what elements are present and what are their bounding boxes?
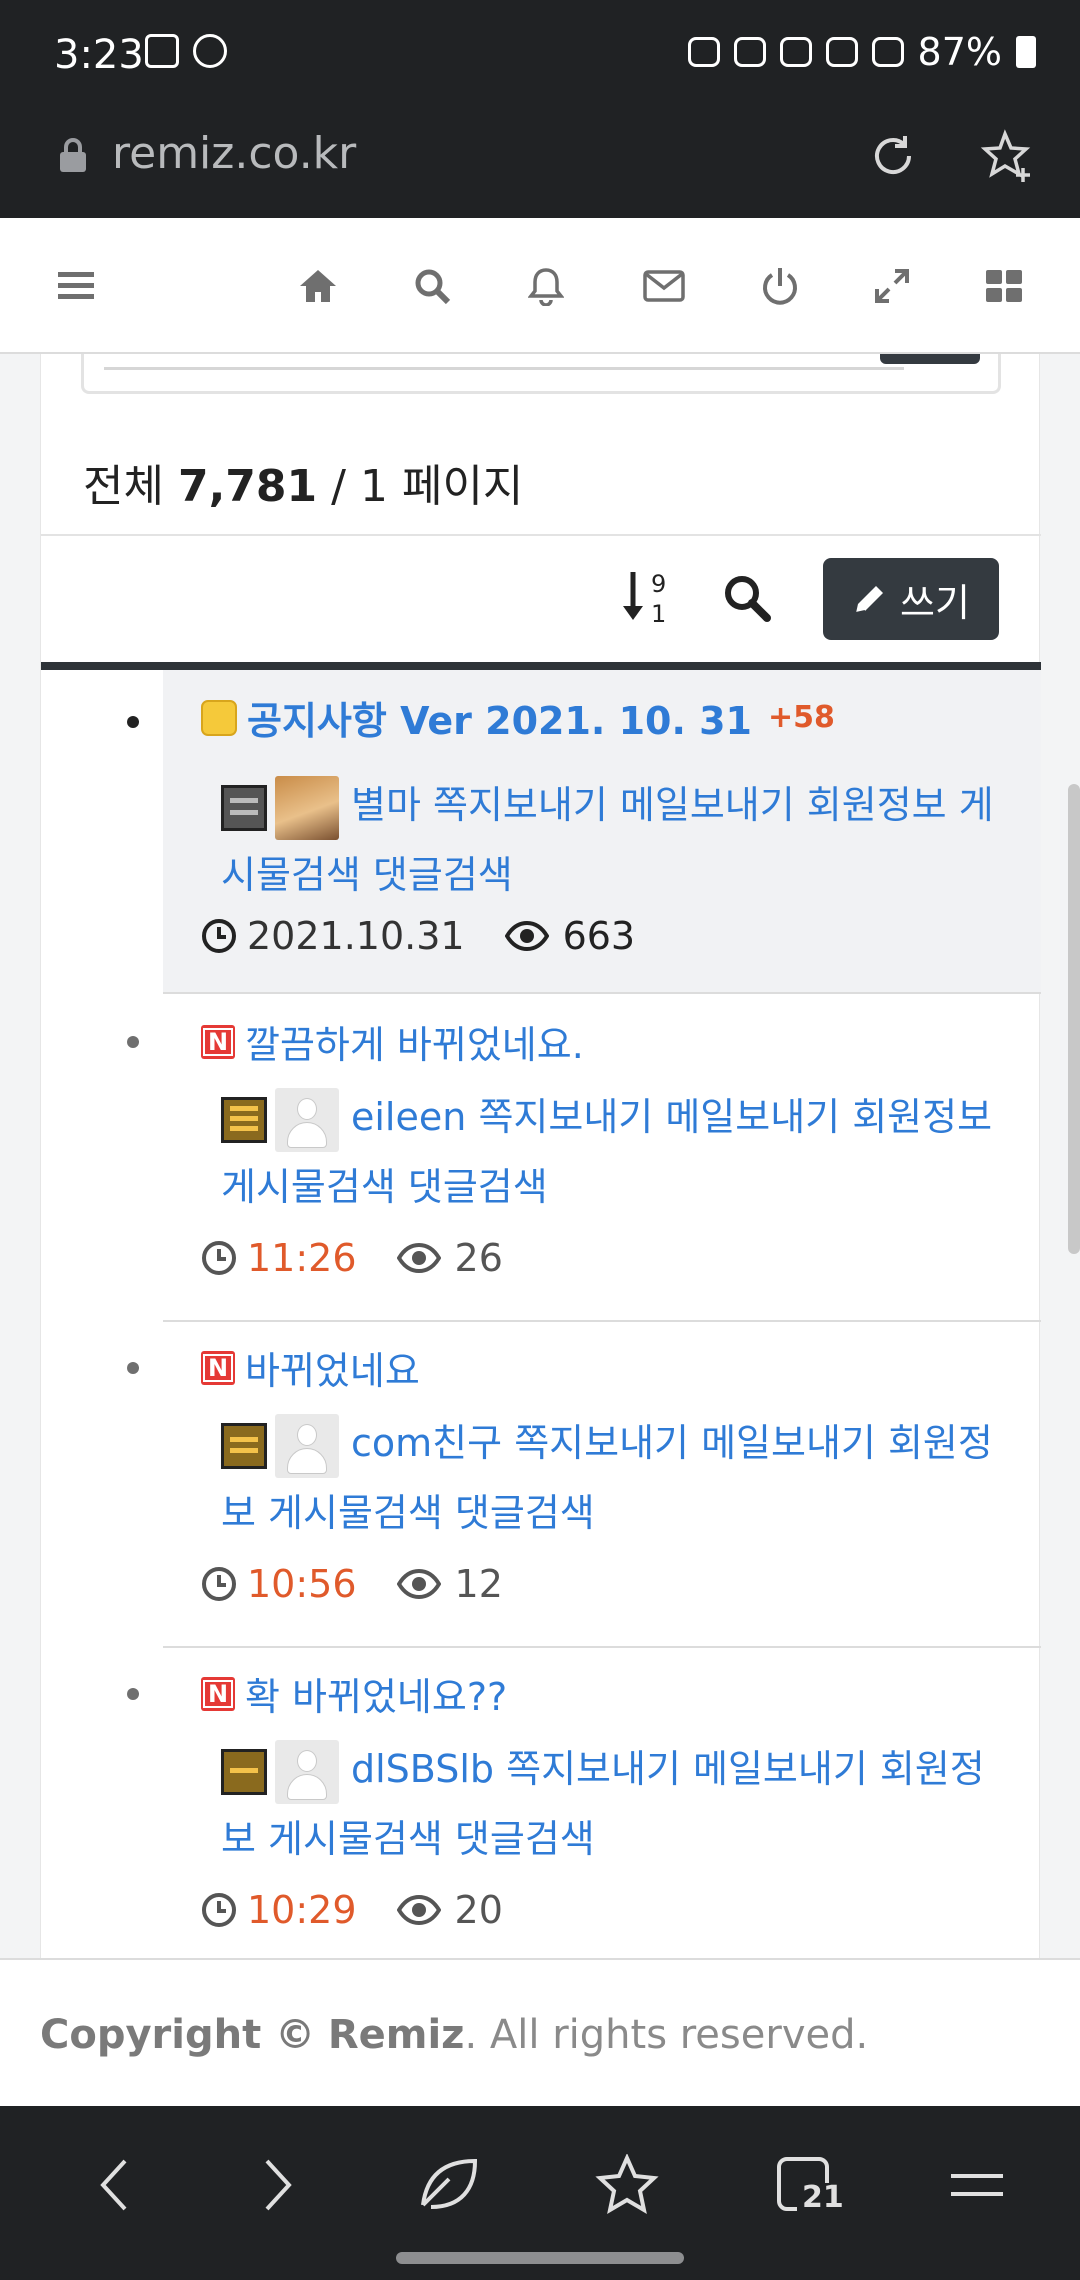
level-icon [221, 1748, 267, 1795]
total-count: 7,781 [177, 461, 318, 512]
post-title[interactable]: 확 바뀌었네요?? [245, 1666, 507, 1721]
copyright-text: Copyright © Remiz. All rights reserved. [40, 2012, 869, 2058]
chart-search-icon [145, 34, 179, 68]
menu-icon[interactable] [932, 2140, 1022, 2230]
browser-url-bar: remiz.co.kr [0, 110, 1080, 218]
svg-text:9: 9 [651, 570, 666, 598]
battery-icon [1016, 36, 1036, 68]
post-author[interactable]: com친구 쪽지보내기 메일보내기 회원정보 게시물검색 댓글검색 [221, 1408, 1011, 1548]
power-icon[interactable] [752, 258, 808, 314]
extensions-icon[interactable] [404, 2140, 494, 2230]
shazam-icon [193, 34, 227, 68]
tabs-count: 21 [802, 2180, 844, 2215]
gesture-handle[interactable] [396, 2252, 684, 2264]
bell-icon[interactable] [518, 258, 574, 314]
back-icon[interactable] [70, 2140, 160, 2230]
sort-numeric-icon[interactable]: 91 [621, 566, 677, 630]
browser-bottom-bar: 21 [0, 2106, 1080, 2280]
post-title[interactable]: 공지사항 Ver 2021. 10. 31 [247, 690, 752, 745]
wifi-icon [779, 37, 812, 67]
comment-count[interactable]: +58 [768, 700, 835, 735]
board-search-box[interactable] [81, 354, 1001, 394]
view-count: 20 [454, 1888, 503, 1932]
avatar [275, 1087, 339, 1152]
expand-icon[interactable] [864, 258, 920, 314]
level-icon [221, 1096, 267, 1143]
clock-icon [202, 1893, 236, 1927]
level-icon [221, 1422, 267, 1469]
view-count: 12 [454, 1562, 503, 1606]
post-date: 2021.10.31 [247, 914, 465, 958]
level-icon [221, 784, 267, 831]
mute-icon [733, 37, 766, 67]
reload-icon[interactable] [858, 128, 928, 198]
board-total: 전체 7,781 / 1 페이지 [83, 461, 524, 512]
status-time: 3:23 [54, 32, 144, 78]
bookmark-add-icon[interactable] [972, 128, 1042, 198]
new-icon: N [201, 1676, 235, 1711]
site-nav [0, 218, 1080, 354]
tabs-button[interactable]: 21 [760, 2140, 850, 2230]
status-bar: 3:23 87% [0, 0, 1080, 110]
content-area: 전체 7,781 / 1 페이지 91 쓰기 공지사항 Ver 2021. 10… [0, 354, 1080, 1958]
svg-text:1: 1 [651, 600, 666, 628]
post-title[interactable]: 깔끔하게 바뀌었네요. [245, 1014, 584, 1069]
home-icon[interactable] [290, 258, 346, 314]
view-count: 663 [562, 914, 636, 958]
avatar [275, 1413, 339, 1478]
post-time: 11:26 [247, 1236, 357, 1280]
search-icon[interactable] [404, 258, 460, 314]
eye-icon [396, 1895, 441, 1925]
view-count: 26 [454, 1236, 503, 1280]
grid-icon[interactable] [976, 258, 1032, 314]
new-icon: N [201, 1350, 235, 1385]
avatar [275, 1739, 339, 1804]
clock-icon [202, 1241, 236, 1275]
lock-icon [60, 138, 86, 172]
clock-icon [202, 919, 236, 953]
bookmarks-icon[interactable] [582, 2140, 672, 2230]
mail-icon[interactable] [636, 258, 692, 314]
new-icon: N [201, 1024, 235, 1059]
eye-icon [396, 1243, 441, 1273]
notice-icon [201, 699, 237, 736]
clock-icon [202, 1567, 236, 1601]
pencil-icon [855, 586, 884, 614]
eye-icon [396, 1569, 441, 1599]
page-scrollbar[interactable] [1068, 784, 1080, 1254]
url-text[interactable]: remiz.co.kr [112, 128, 356, 179]
post-author[interactable]: dlSBSlb 쪽지보내기 메일보내기 회원정보 게시물검색 댓글검색 [221, 1734, 1011, 1874]
board-search-icon[interactable] [721, 572, 773, 624]
post-time: 10:56 [247, 1562, 357, 1606]
menu-icon[interactable] [48, 258, 104, 314]
alarm-icon [687, 37, 720, 67]
write-button[interactable]: 쓰기 [823, 558, 999, 640]
avatar [275, 775, 339, 840]
post-author[interactable]: 별마 쪽지보내기 메일보내기 회원정보 게시물검색 댓글검색 [221, 770, 1011, 910]
post-title[interactable]: 바뀌었네요 [245, 1340, 420, 1395]
post-author[interactable]: eileen 쪽지보내기 메일보내기 회원정보 게시물검색 댓글검색 [221, 1082, 1011, 1222]
hd-voice-icon [825, 37, 858, 67]
eye-icon [504, 921, 549, 951]
site-footer: Copyright © Remiz. All rights reserved. [0, 1958, 1080, 2106]
signal-icon [871, 37, 904, 67]
board-panel: 전체 7,781 / 1 페이지 91 쓰기 공지사항 Ver 2021. 10… [40, 354, 1041, 1958]
post-time: 10:29 [247, 1888, 357, 1932]
battery-percent: 87% [917, 30, 1002, 74]
forward-icon[interactable] [232, 2140, 322, 2230]
